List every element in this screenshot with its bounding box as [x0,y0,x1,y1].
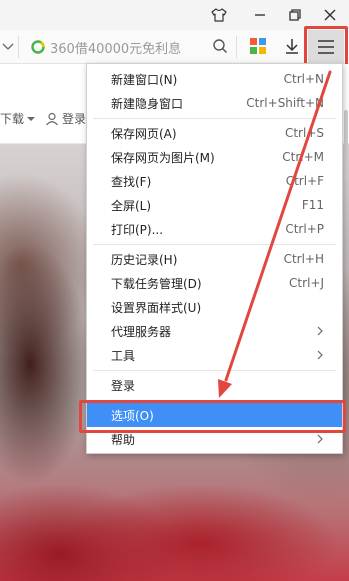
menu-separator [93,370,336,371]
chevron-right-icon [317,326,323,336]
menu-item-find[interactable]: 查找(F) Ctrl+F [87,169,342,193]
restore-icon[interactable] [284,4,306,26]
menu-item-tools[interactable]: 工具 [87,343,342,367]
chevron-right-icon [317,434,323,444]
apps-grid-icon[interactable] [250,38,266,54]
menu-item-proxy-server[interactable]: 代理服务器 [87,319,342,343]
caret-down-icon [27,116,36,121]
minimize-icon[interactable] [249,4,271,26]
menu-separator [93,244,336,245]
menu-item-new-window[interactable]: 新建窗口(N) Ctrl+N [87,67,342,91]
menu-item-interface-style[interactable]: 设置界面样式(U) [87,295,342,319]
menu-item-download-manager[interactable]: 下载任务管理(D) Ctrl+J [87,271,342,295]
menu-item-fullscreen[interactable]: 全屏(L) F11 [87,193,342,217]
options-annotation-box [79,400,346,433]
download-label: 下载 [0,112,25,126]
page-scrollbar[interactable] [344,110,348,180]
menu-item-print[interactable]: 打印(P)... Ctrl+P [87,217,342,241]
tshirt-icon[interactable] [208,4,230,26]
chevron-right-icon [317,350,323,360]
divider [236,36,237,58]
user-icon [46,112,58,125]
title-bar [0,0,349,30]
search-placeholder: 360借40000元免利息 [50,41,182,57]
menu-button-annotation-box [304,26,348,68]
close-icon[interactable] [319,4,341,26]
menu-item-login[interactable]: 登录 [87,373,342,397]
360-search-logo-icon [31,40,45,54]
download-dropdown[interactable]: 下载 [0,110,36,127]
chevron-down-icon[interactable] [2,40,14,54]
menu-item-save-page[interactable]: 保存网页(A) Ctrl+S [87,121,342,145]
divider [18,36,19,58]
login-label: 登录 [62,112,87,126]
menu-item-save-page-as-image[interactable]: 保存网页为图片(M) Ctrl+M [87,145,342,169]
download-icon[interactable] [283,37,301,55]
menu-item-history[interactable]: 历史记录(H) Ctrl+H [87,247,342,271]
search-input[interactable]: 360借40000元免利息 [26,35,236,59]
main-menu: 新建窗口(N) Ctrl+N 新建隐身窗口 Ctrl+Shift+N 保存网页(… [86,63,343,454]
menu-item-new-incognito-window[interactable]: 新建隐身窗口 Ctrl+Shift+N [87,91,342,115]
login-link[interactable]: 登录 [45,110,86,127]
menu-separator [93,118,336,119]
search-icon[interactable] [212,38,228,54]
